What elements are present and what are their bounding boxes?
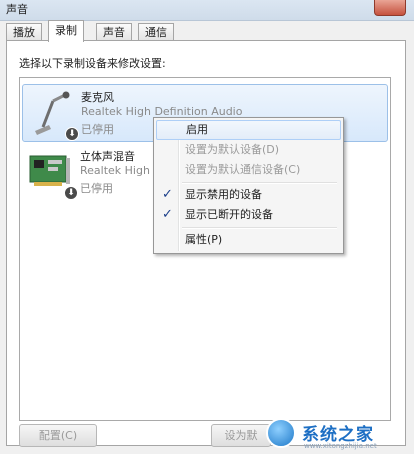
menu-item-properties[interactable]: 属性(P): [156, 230, 341, 250]
menu-item-label: 启用: [186, 123, 208, 136]
watermark-url: www.xitongzhijia.net: [304, 442, 377, 450]
checkmark-icon: ✓: [162, 187, 173, 202]
checkmark-icon: ✓: [162, 207, 173, 222]
disabled-arrow-icon: ⬇: [65, 127, 79, 141]
menu-separator: [182, 182, 337, 184]
sound-card-icon: ⬇: [28, 150, 78, 200]
menu-item-set-default-comm-device[interactable]: 设置为默认通信设备(C): [156, 160, 341, 180]
watermark: 系统之家 www.xitongzhijia.net: [262, 414, 414, 454]
context-menu: 启用 设置为默认设备(D) 设置为默认通信设备(C) ✓ 显示禁用的设备 ✓ 显…: [153, 117, 344, 254]
device-description: Realtek High D: [80, 164, 162, 177]
menu-item-enable[interactable]: 启用: [156, 120, 341, 140]
tab-bar: 播放 录制 声音 通信: [6, 20, 406, 42]
tab-recording[interactable]: 录制: [48, 20, 84, 42]
device-status: 已停用: [81, 123, 114, 136]
menu-item-show-disconnected[interactable]: ✓ 显示已断开的设备: [156, 205, 341, 225]
device-name: 立体声混音: [80, 150, 135, 163]
tab-sounds[interactable]: 声音: [96, 23, 132, 40]
menu-separator: [182, 227, 337, 229]
watermark-logo-icon: [266, 418, 296, 448]
tab-communications[interactable]: 通信: [138, 23, 174, 40]
device-status: 已停用: [80, 182, 113, 195]
menu-item-label: 设置为默认设备(D): [185, 143, 280, 156]
menu-item-label: 显示禁用的设备: [185, 188, 262, 201]
menu-item-label: 属性(P): [185, 233, 223, 246]
menu-item-set-default-device[interactable]: 设置为默认设备(D): [156, 140, 341, 160]
microphone-icon: ⬇: [29, 91, 79, 141]
close-button[interactable]: [374, 0, 406, 16]
menu-item-show-disabled[interactable]: ✓ 显示禁用的设备: [156, 185, 341, 205]
device-name: 麦克风: [81, 91, 114, 104]
menu-item-label: 设置为默认通信设备(C): [185, 163, 301, 176]
title-bar: 声音: [0, 0, 414, 21]
menu-item-label: 显示已断开的设备: [185, 208, 273, 221]
instruction-text: 选择以下录制设备来修改设置:: [19, 57, 166, 70]
window-title: 声音: [6, 3, 28, 16]
tab-playback[interactable]: 播放: [6, 23, 42, 40]
configure-button[interactable]: 配置(C): [19, 424, 97, 447]
disabled-arrow-icon: ⬇: [64, 186, 78, 200]
